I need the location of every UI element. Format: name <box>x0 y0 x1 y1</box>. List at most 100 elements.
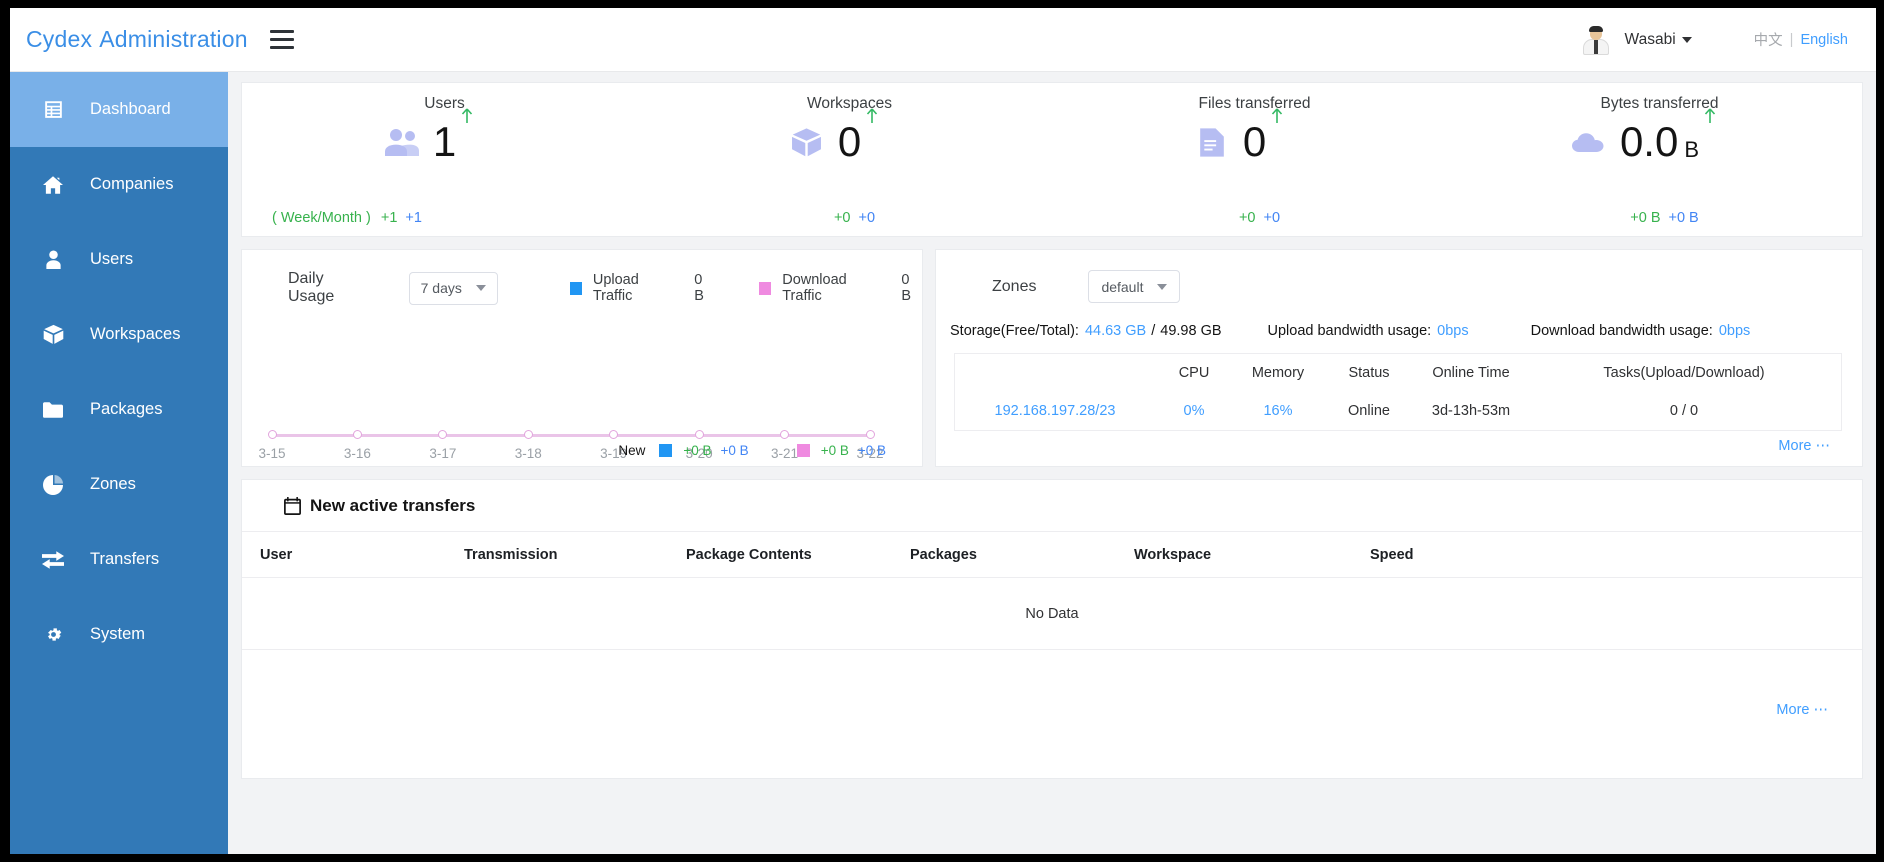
data-point <box>780 430 790 439</box>
legend-item-download: Download Traffic 0 B <box>758 272 922 304</box>
delta-week: +1 <box>380 210 398 226</box>
storage-label: Storage(Free/Total): <box>950 323 1079 339</box>
zone-status: Online <box>1348 403 1390 419</box>
x-tick-label: 3-15 <box>258 446 286 461</box>
stat-number: 1 <box>432 118 457 165</box>
dashboard-icon <box>40 100 66 119</box>
stat-body: 1 <box>242 108 647 165</box>
stat-body: 0 <box>647 108 1052 163</box>
storage-separator: / <box>1151 323 1156 339</box>
sidebar-item-dashboard[interactable]: Dashboard <box>10 72 228 147</box>
delta-month: +0 <box>1263 210 1281 226</box>
user-menu-label: Wasabi <box>1624 30 1676 48</box>
language-switcher: 中文 | English <box>1754 29 1848 50</box>
delta-month: +0 B <box>1668 210 1699 226</box>
zone-online-time: 3d-13h-53m <box>1431 403 1511 419</box>
hamburger-bar <box>269 37 294 42</box>
stat-value: 0 <box>1243 108 1284 163</box>
app-root: CydexAdministration Wasabi 中文 | English <box>10 8 1876 854</box>
sidebar-item-label: Workspaces <box>90 325 181 343</box>
document-icon <box>1189 127 1235 158</box>
sidebar-item-system[interactable]: System <box>10 597 228 672</box>
sidebar-item-companies[interactable]: Companies <box>10 147 228 222</box>
pie-chart-icon <box>40 474 66 495</box>
data-point <box>438 430 448 439</box>
avatar-hair <box>1588 25 1603 32</box>
delta-month: +1 <box>405 210 422 226</box>
column-header-cpu: CPU <box>1178 365 1210 381</box>
legend-label: Upload Traffic <box>592 272 639 304</box>
upload-bandwidth-label: Upload bandwidth usage: <box>1267 323 1432 339</box>
exchange-icon <box>40 550 66 569</box>
transfers-more-link[interactable]: More ⋯ <box>1776 702 1828 718</box>
sidebar-item-packages[interactable]: Packages <box>10 372 228 447</box>
sidebar: Dashboard Companies Users Workspaces Pac <box>10 72 228 854</box>
chart-footer-label: New <box>618 443 646 458</box>
x-tick-label: 3-17 <box>429 446 457 461</box>
usage-range-select[interactable]: 7 days <box>408 271 498 305</box>
lang-chinese[interactable]: 中文 <box>1754 29 1783 50</box>
stat-value: 0 <box>838 108 879 163</box>
daily-usage-panel: Daily Usage 7 days Upload Traffic 0 B Do… <box>241 249 923 467</box>
data-point <box>267 430 277 439</box>
legend-value: 0 B <box>901 272 912 304</box>
trend-up-icon <box>460 107 474 125</box>
middle-row: Daily Usage 7 days Upload Traffic 0 B Do… <box>241 249 1863 467</box>
delta-week: +0 B <box>1630 210 1661 226</box>
sidebar-item-users[interactable]: Users <box>10 222 228 297</box>
zones-more-link[interactable]: More ⋯ <box>1778 438 1830 454</box>
legend-item-upload: Upload Traffic 0 B <box>569 272 715 304</box>
box-icon <box>40 324 66 345</box>
cloud-icon <box>1566 131 1612 153</box>
new-active-transfers-panel: New active transfers User Transmission P… <box>241 479 1863 779</box>
zones-summary: Storage(Free/Total): 44.63 GB / 49.98 GB… <box>936 303 1862 339</box>
brand-logo[interactable]: Cydex Administration <box>26 26 248 53</box>
legend-swatch-upload <box>659 444 673 457</box>
panel-title: Zones <box>992 277 1037 295</box>
x-tick-label: 3-16 <box>343 446 371 461</box>
zone-tasks: 0 / 0 <box>1669 403 1699 419</box>
legend-swatch-upload <box>569 281 582 295</box>
download-bandwidth-label: Download bandwidth usage: <box>1530 323 1713 339</box>
usage-chart: 3-15 3-16 3-17 3-18 3-19 3-20 3-21 3-22 … <box>242 316 922 466</box>
sidebar-item-transfers[interactable]: Transfers <box>10 522 228 597</box>
delta-month: +0 <box>858 210 876 226</box>
usage-legend: Upload Traffic 0 B Download Traffic 0 B <box>569 272 922 304</box>
panel-title: New active transfers <box>310 495 476 515</box>
stat-title: Files transferred <box>1198 95 1311 112</box>
stat-card-bytes-transferred: Bytes transferred 0.0 B +0 B +0 B <box>1457 83 1862 236</box>
transfers-table-header: User Transmission Package Contents Packa… <box>242 532 1862 578</box>
upload-delta-month: +0 B <box>720 443 749 458</box>
header-right-group: Wasabi 中文 | English <box>1581 25 1848 55</box>
data-point <box>865 430 875 439</box>
column-header-package-contents: Package Contents <box>686 546 812 563</box>
hamburger-icon[interactable] <box>269 29 294 50</box>
sidebar-item-workspaces[interactable]: Workspaces <box>10 297 228 372</box>
data-point <box>352 430 362 439</box>
stat-card-workspaces: Workspaces 0 +0 +0 <box>647 83 1052 236</box>
chevron-down-icon <box>1157 283 1168 290</box>
hamburger-bar <box>269 46 294 50</box>
calendar-icon <box>284 496 301 515</box>
sidebar-item-zones[interactable]: Zones <box>10 447 228 522</box>
legend-label: Download Traffic <box>782 272 847 304</box>
x-tick-label: 3-18 <box>514 446 542 461</box>
user-menu[interactable]: Wasabi <box>1625 31 1692 49</box>
stat-value: 1 <box>432 108 474 165</box>
trend-up-icon <box>1270 107 1284 125</box>
main-content: Users 1 ( Week/Month ) +1 +1 Workspaces … <box>228 72 1876 854</box>
data-point <box>694 430 704 439</box>
zone-select[interactable]: default <box>1088 270 1181 303</box>
column-header-tasks: Tasks(Upload/Download) <box>1603 365 1765 381</box>
delta-week: +0 <box>833 210 851 226</box>
zones-header: Zones default <box>936 250 1862 303</box>
zone-select-value: default <box>1101 278 1144 295</box>
lang-separator: | <box>1789 31 1794 48</box>
zone-address[interactable]: 192.168.197.28/23 <box>955 403 1155 419</box>
sidebar-item-label: Transfers <box>90 550 160 568</box>
sidebar-item-label: Zones <box>90 475 136 493</box>
avatar[interactable] <box>1581 25 1611 55</box>
lang-english[interactable]: English <box>1800 32 1848 48</box>
upload-bandwidth-value: 0bps <box>1437 323 1469 339</box>
chevron-down-icon <box>475 285 486 291</box>
